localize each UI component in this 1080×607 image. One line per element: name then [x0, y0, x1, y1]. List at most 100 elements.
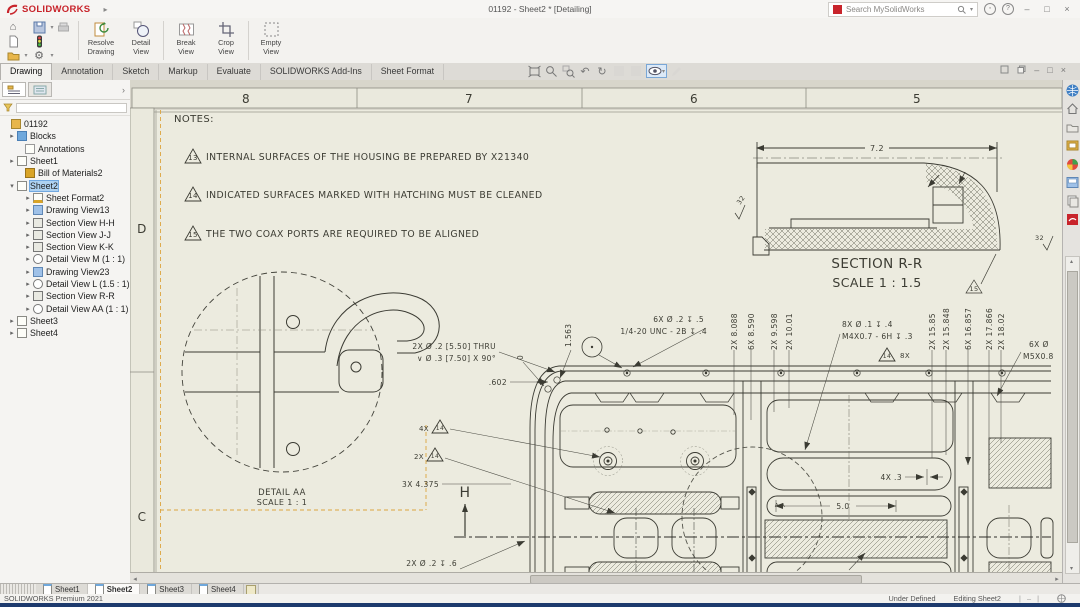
tab-annotation[interactable]: Annotation [52, 64, 113, 80]
vertical-scrollbar[interactable]: ▴ ▾ [1065, 256, 1080, 574]
mysolidworks-pane-icon[interactable] [1065, 212, 1080, 227]
collapse-icon[interactable] [8, 182, 16, 190]
note-flag[interactable]: 15 [188, 231, 198, 239]
display-style-dropdown-icon[interactable]: ▾ [662, 68, 665, 75]
appearances-scenes-icon[interactable] [1065, 175, 1080, 190]
expand-icon[interactable] [24, 268, 32, 276]
expand-icon[interactable] [24, 280, 32, 288]
empty-view-button[interactable]: EmptyView [251, 18, 291, 63]
expand-icon[interactable] [8, 157, 16, 165]
tree-item-sheet2[interactable]: Sheet2 [0, 179, 130, 191]
crop-view-button[interactable]: CropView [206, 18, 246, 63]
zoom-to-fit-icon[interactable] [527, 64, 541, 78]
open-dropdown-icon[interactable]: ▾ [24, 52, 27, 59]
panel-collapse-chevron[interactable]: › [122, 85, 128, 95]
file-explorer-icon[interactable] [1065, 138, 1080, 153]
doc-close-icon[interactable]: × [1061, 65, 1066, 76]
edit-appearance-icon[interactable] [670, 64, 684, 78]
expand-icon[interactable] [24, 194, 32, 202]
surface-finish-right[interactable]: 32 [1035, 234, 1044, 242]
doc-restore-icon[interactable]: □ [1047, 65, 1052, 76]
tree-item-bill-of-materials[interactable]: Bill of Materials2 [0, 167, 130, 179]
scroll-up-icon[interactable]: ▴ [1066, 258, 1077, 265]
section-view-icon[interactable] [612, 64, 626, 78]
save-icon[interactable] [32, 20, 46, 34]
detail-aa-title[interactable]: DETAIL AA [258, 488, 306, 498]
scroll-left-icon[interactable]: ◂ [130, 575, 140, 583]
minimize-button[interactable]: – [1020, 4, 1034, 14]
tab-markup[interactable]: Markup [159, 64, 207, 80]
tree-item-section-view-rr[interactable]: Section View R-R [0, 290, 130, 302]
tree-item-detail-view-aa[interactable]: Detail View AA (1 : 1) [0, 302, 130, 314]
logo-expand-arrow[interactable]: ▸ [103, 5, 107, 14]
vdim-8590[interactable]: 6X 8.590 [747, 313, 756, 350]
print-icon[interactable] [56, 20, 70, 34]
options-gear-icon[interactable]: ⚙ [32, 48, 46, 62]
unit-system-control[interactable]: | – | [1019, 594, 1039, 603]
notes-heading[interactable]: NOTES: [174, 114, 214, 125]
vdim-8088[interactable]: 2X 8.088 [730, 313, 739, 350]
vdim-15848[interactable]: 2X 15.848 [942, 308, 951, 350]
m4-callout-line2[interactable]: M4X0.7 - 6H ↧ .3 [842, 332, 913, 341]
vertical-scroll-thumb[interactable] [1067, 271, 1078, 543]
expand-icon[interactable] [24, 231, 32, 239]
dim-4375[interactable]: 3X 4.375 [402, 480, 439, 489]
section-rr-title[interactable]: SECTION R-R [831, 256, 922, 272]
dim-602[interactable]: .602 [489, 378, 507, 387]
flag-4x-qty[interactable]: 4X [419, 425, 429, 433]
section-rr-flag[interactable]: 15 [969, 285, 978, 293]
vdim-1585[interactable]: 2X 15.85 [928, 313, 937, 350]
tree-item-detail-view-m[interactable]: Detail View M (1 : 1) [0, 253, 130, 265]
tag-icon[interactable] [1057, 594, 1066, 603]
doc-cascade-icon[interactable] [1017, 65, 1026, 76]
tree-item-section-view-kk[interactable]: Section View K-K [0, 241, 130, 253]
search-icon[interactable] [957, 5, 966, 14]
expand-icon[interactable] [8, 329, 16, 337]
break-view-button[interactable]: BreakView [166, 18, 206, 63]
tab-sheet-format[interactable]: Sheet Format [372, 64, 444, 80]
expand-icon[interactable] [24, 305, 32, 313]
zoom-to-area-icon[interactable] [561, 64, 575, 78]
solidworks-resources-icon[interactable] [1065, 83, 1080, 98]
save-dropdown-icon[interactable]: ▾ [50, 24, 53, 31]
featuremanager-tree-tab[interactable] [2, 82, 26, 97]
thru-callout-line1[interactable]: 2X Ø .2 [5.50] THRU [412, 342, 496, 351]
thru-callout-line2[interactable]: ∨ Ø .3 [7.50] X 90° [417, 354, 496, 363]
note-text[interactable]: INDICATED SURFACES MARKED WITH HATCHING … [206, 190, 543, 201]
tree-item-detail-view-l[interactable]: Detail View L (1.5 : 1) [0, 278, 130, 290]
rebuild-icon[interactable] [32, 34, 46, 48]
help-icon[interactable]: ? [1002, 3, 1014, 15]
filter-funnel-icon[interactable] [3, 103, 13, 112]
previous-view-icon[interactable]: ↶ [578, 64, 592, 78]
expand-icon[interactable] [24, 243, 32, 251]
vdim-1563[interactable]: 1.563 [564, 324, 573, 347]
tab-drawing[interactable]: Drawing [0, 63, 52, 80]
vdim-1001[interactable]: 2X 10.01 [785, 313, 794, 350]
expand-icon[interactable] [24, 219, 32, 227]
tree-item-drawing-view13[interactable]: Drawing View13 [0, 204, 130, 216]
flag-2x-num[interactable]: 14 [431, 453, 439, 460]
view-palette-icon[interactable] [1065, 157, 1080, 172]
tree-item-drawing-view23[interactable]: Drawing View23 [0, 266, 130, 278]
flag-2x-qty[interactable]: 2X [414, 453, 424, 461]
custom-properties-icon[interactable] [1065, 194, 1080, 209]
tap-callout-line1[interactable]: 6X Ø .2 ↧ .5 [653, 315, 704, 324]
expand-icon[interactable] [24, 206, 32, 214]
note-flag[interactable]: 13 [188, 154, 198, 162]
tab-solidworks-add-ins[interactable]: SOLIDWORKS Add-Ins [261, 64, 372, 80]
m4-flag-number[interactable]: 14 [883, 353, 891, 360]
tab-sketch[interactable]: Sketch [113, 64, 159, 80]
note-flag[interactable]: 14 [188, 192, 198, 200]
restore-button[interactable]: □ [1040, 4, 1054, 14]
zoom-icon[interactable] [544, 64, 558, 78]
tap-callout-line2[interactable]: 1/4-20 UNC - 2B ↧ .4 [620, 327, 707, 336]
tree-item-section-view-hh[interactable]: Section View H-H [0, 216, 130, 228]
flag-4x-num[interactable]: 14 [436, 425, 444, 432]
propertymanager-tab[interactable] [28, 82, 52, 97]
design-library-icon[interactable] [1065, 120, 1080, 135]
expand-icon[interactable] [8, 317, 16, 325]
view-orientation-icon[interactable] [629, 64, 643, 78]
tree-item-sheet4[interactable]: Sheet4 [0, 327, 130, 339]
display-style-button[interactable]: ▾ [646, 64, 667, 78]
m5-right-callout-line2[interactable]: M5X0.8 [1023, 352, 1054, 361]
